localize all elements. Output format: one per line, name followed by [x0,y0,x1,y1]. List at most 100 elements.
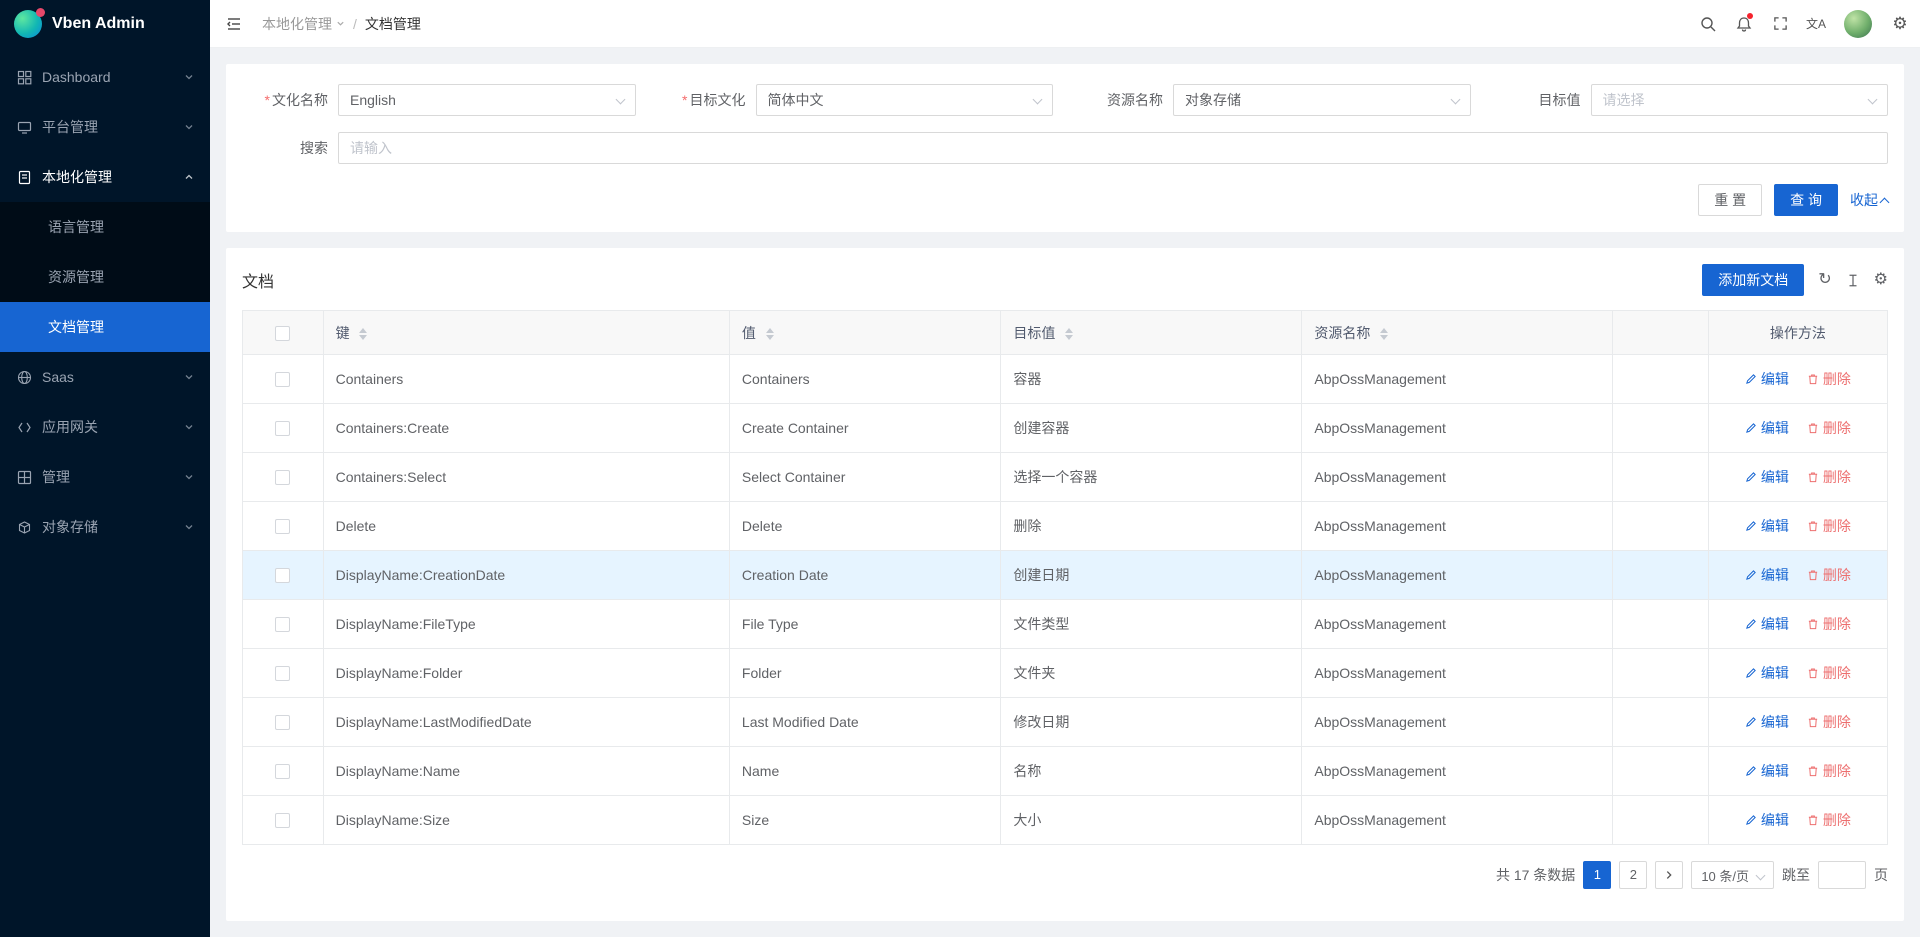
row-checkbox[interactable] [275,617,290,632]
row-height-icon[interactable] [1846,273,1860,288]
sidebar-item-language-management[interactable]: 语言管理 [0,202,210,252]
sidebar-item-object-storage[interactable]: 对象存储 [0,502,210,552]
edit-button[interactable]: 编辑 [1745,418,1789,438]
sidebar-item-localization[interactable]: 本地化管理 [0,152,210,202]
cell-value: Name [729,747,1000,796]
delete-button[interactable]: 删除 [1807,663,1851,683]
table-settings-gear-icon[interactable]: ⚙ [1874,272,1888,288]
documents-table: 键 值 目标值 资源名 [242,310,1888,845]
sidebar-item-platform[interactable]: 平台管理 [0,102,210,152]
cell-empty [1613,796,1708,845]
sidebar-item-management[interactable]: 管理 [0,452,210,502]
delete-button[interactable]: 删除 [1807,761,1851,781]
sidebar-item-gateway[interactable]: 应用网关 [0,402,210,452]
edit-button[interactable]: 编辑 [1745,761,1789,781]
cell-empty [1613,453,1708,502]
culture-name-select[interactable]: English [338,84,636,116]
sidebar-item-resource-management[interactable]: 资源管理 [0,252,210,302]
delete-button[interactable]: 删除 [1807,516,1851,536]
resource-name-select[interactable]: 对象存储 [1173,84,1471,116]
trash-icon [1807,814,1819,826]
edit-button[interactable]: 编辑 [1745,565,1789,585]
cell-empty [1613,551,1708,600]
page-button-2[interactable]: 2 [1619,861,1647,889]
table-row[interactable]: DisplayName:Size Size 大小 AbpOssManagemen… [243,796,1888,845]
logo[interactable]: Vben Admin [0,0,210,48]
edit-button[interactable]: 编辑 [1745,810,1789,830]
table-row[interactable]: DisplayName:Name Name 名称 AbpOssManagemen… [243,747,1888,796]
table-row[interactable]: DisplayName:LastModifiedDate Last Modifi… [243,698,1888,747]
table-row[interactable]: Containers:Create Create Container 创建容器 … [243,404,1888,453]
edit-button[interactable]: 编辑 [1745,516,1789,536]
table-row[interactable]: Delete Delete 删除 AbpOssManagement 编辑 删除 [243,502,1888,551]
cell-actions: 编辑 删除 [1708,404,1887,453]
sidebar-submenu-localization: 语言管理 资源管理 文档管理 [0,202,210,352]
table-row[interactable]: Containers Containers 容器 AbpOssManagemen… [243,355,1888,404]
filter-field-culture-name: *文化名称 English [242,84,636,116]
column-header-value[interactable]: 值 [729,311,1000,355]
bell-icon[interactable] [1726,0,1762,48]
cell-value: Folder [729,649,1000,698]
sidebar-item-dashboard[interactable]: Dashboard [0,52,210,102]
breadcrumb-parent[interactable]: 本地化管理 [262,14,345,34]
row-checkbox[interactable] [275,372,290,387]
chevron-down-icon [184,422,194,432]
search-icon[interactable] [1690,0,1726,48]
table-row[interactable]: DisplayName:CreationDate Creation Date 创… [243,551,1888,600]
delete-button[interactable]: 删除 [1807,467,1851,487]
sidebar-item-label: 平台管理 [42,117,174,137]
delete-button[interactable]: 删除 [1807,369,1851,389]
target-value-select[interactable]: 请选择 [1591,84,1889,116]
delete-button[interactable]: 删除 [1807,565,1851,585]
column-header-resource[interactable]: 资源名称 [1302,311,1613,355]
page-size-select[interactable]: 10 条/页 [1691,861,1774,889]
row-checkbox[interactable] [275,813,290,828]
column-header-target[interactable]: 目标值 [1001,311,1302,355]
row-checkbox[interactable] [275,421,290,436]
pencil-icon [1745,716,1757,728]
row-checkbox[interactable] [275,470,290,485]
table-row[interactable]: DisplayName:FileType File Type 文件类型 AbpO… [243,600,1888,649]
column-header-key[interactable]: 键 [323,311,729,355]
delete-button[interactable]: 删除 [1807,418,1851,438]
cell-empty [1613,747,1708,796]
delete-button[interactable]: 删除 [1807,614,1851,634]
query-button[interactable]: 查 询 [1774,184,1838,216]
sidebar-item-document-management[interactable]: 文档管理 [0,302,210,352]
row-checkbox[interactable] [275,715,290,730]
delete-button[interactable]: 删除 [1807,810,1851,830]
cell-resource: AbpOssManagement [1302,600,1613,649]
menu-fold-icon[interactable] [210,0,258,48]
search-input[interactable] [338,132,1888,164]
chevron-down-icon [184,372,194,382]
cell-empty [1613,649,1708,698]
avatar[interactable] [1844,10,1872,38]
target-culture-select[interactable]: 简体中文 [756,84,1054,116]
edit-button[interactable]: 编辑 [1745,712,1789,732]
cell-resource: AbpOssManagement [1302,698,1613,747]
reset-button[interactable]: 重 置 [1698,184,1762,216]
row-checkbox[interactable] [275,666,290,681]
edit-button[interactable]: 编辑 [1745,369,1789,389]
fullscreen-icon[interactable] [1762,0,1798,48]
add-document-button[interactable]: 添加新文档 [1702,264,1804,296]
table-row[interactable]: DisplayName:Folder Folder 文件夹 AbpOssMana… [243,649,1888,698]
edit-button[interactable]: 编辑 [1745,467,1789,487]
row-checkbox[interactable] [275,568,290,583]
row-checkbox[interactable] [275,764,290,779]
translate-icon[interactable]: 文A [1798,0,1834,48]
collapse-link[interactable]: 收起 [1850,190,1888,210]
select-all-checkbox[interactable] [275,326,290,341]
sidebar-item-saas[interactable]: Saas [0,352,210,402]
edit-button[interactable]: 编辑 [1745,614,1789,634]
dashboard-icon [16,70,32,85]
jump-page-input[interactable] [1818,861,1866,889]
row-checkbox[interactable] [275,519,290,534]
delete-button[interactable]: 删除 [1807,712,1851,732]
page-button-1[interactable]: 1 [1583,861,1611,889]
edit-button[interactable]: 编辑 [1745,663,1789,683]
settings-gear-icon[interactable]: ⚙ [1882,0,1918,48]
table-row[interactable]: Containers:Select Select Container 选择一个容… [243,453,1888,502]
next-page-icon[interactable] [1655,861,1683,889]
refresh-icon[interactable]: ↻ [1818,272,1831,288]
